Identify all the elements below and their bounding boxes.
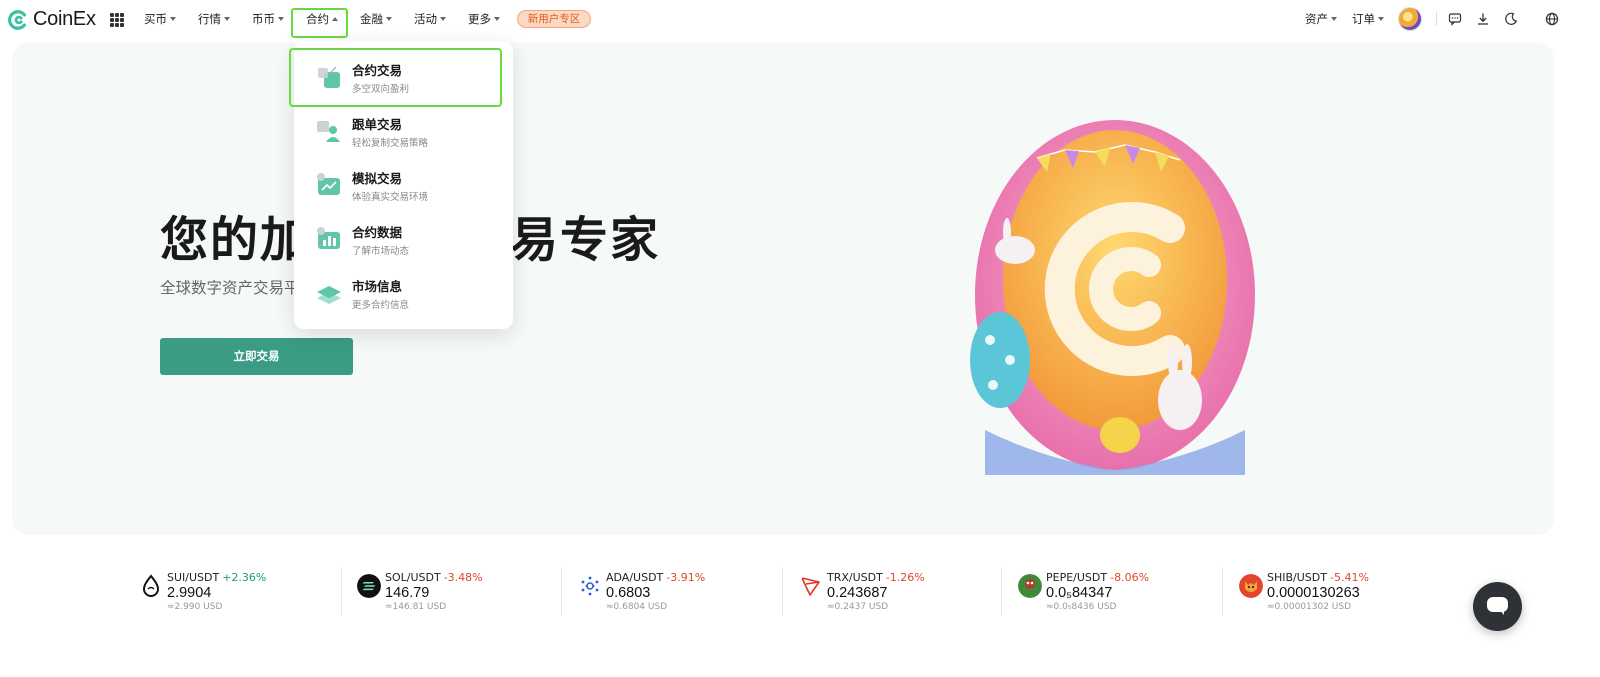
- ticker-shib[interactable]: SHIB/USDT -5.41% 0.0000130263 ≈0.00001302…: [1239, 568, 1439, 616]
- menu-item-desc: 轻松复制交易策略: [352, 138, 429, 149]
- ticker-sui[interactable]: SUI/USDT +2.36% 2.9904 ≈2.990 USD: [139, 568, 339, 616]
- new-user-zone-button[interactable]: 新用户专区: [517, 10, 591, 28]
- nav-divider: [1436, 12, 1437, 26]
- ticker-change: -1.26%: [885, 571, 925, 584]
- top-nav: CoinEx 买币 行情 币币 合约 金融 活动 更多 新用户专区 资产 订单: [0, 0, 1600, 40]
- chevron-down-icon: [278, 17, 284, 21]
- user-avatar[interactable]: [1398, 7, 1422, 31]
- ticker-fiat: ≈0.0₅8436 USD: [1046, 602, 1117, 612]
- nav-orders[interactable]: 订单: [1352, 11, 1384, 27]
- copy-trade-icon: [317, 121, 340, 142]
- menu-item-title: 合约数据: [352, 225, 403, 240]
- nav-activities[interactable]: 活动: [414, 11, 446, 27]
- chat-bubble-icon: [1487, 597, 1508, 612]
- menu-item-desc: 体验真实交易环境: [352, 192, 429, 203]
- ticker-change: -5.41%: [1329, 571, 1369, 584]
- download-icon[interactable]: [1476, 12, 1490, 26]
- ticker-fiat: ≈0.00001302 USD: [1267, 602, 1352, 612]
- ticker-pair: SUI/USDT +2.36%: [167, 571, 267, 584]
- ticker-divider: [1222, 567, 1223, 616]
- menu-item-desc: 了解市场动态: [352, 246, 410, 257]
- ticker-change: -8.06%: [1110, 571, 1150, 584]
- chevron-down-icon: [224, 17, 230, 21]
- ticker-pair: PEPE/USDT -8.06%: [1046, 571, 1150, 584]
- nav-futures-highlight: [291, 8, 348, 38]
- ada-icon: [581, 576, 599, 596]
- easter-egg-illustration: [970, 120, 1255, 475]
- ticker-pair: ADA/USDT -3.91%: [606, 571, 706, 584]
- ticker-divider: [561, 567, 562, 616]
- ticker-sol[interactable]: SOL/USDT -3.48% 146.79 ≈146.81 USD: [357, 568, 557, 616]
- apps-grid-icon[interactable]: [110, 13, 124, 27]
- ticker-price: 146.79: [385, 585, 430, 601]
- menu-item-desc: 更多合约信息: [352, 300, 410, 311]
- menu-item-title: 市场信息: [352, 279, 403, 294]
- ticker-fiat: ≈2.990 USD: [167, 602, 223, 612]
- ticker-change: +2.36%: [222, 571, 267, 584]
- nav-finance[interactable]: 金融: [360, 11, 392, 27]
- ticker-fiat: ≈146.81 USD: [385, 602, 447, 612]
- ticker-divider: [1001, 567, 1002, 616]
- sol-icon: [357, 574, 381, 598]
- menu-item-title: 跟单交易: [352, 117, 403, 132]
- contract-data-icon: [317, 227, 340, 249]
- menu-item-market-info[interactable]: 市场信息 更多合约信息: [294, 267, 513, 319]
- ticker-trx[interactable]: TRX/USDT -1.26% 0.243687 ≈0.2437 USD: [799, 568, 999, 616]
- menu-item-copy-trading[interactable]: 跟单交易 轻松复制交易策略: [294, 105, 513, 157]
- nav-buy-crypto[interactable]: 买币: [144, 11, 176, 27]
- ticker-divider: [341, 567, 342, 616]
- nav-spot[interactable]: 币币: [252, 11, 284, 27]
- moon-icon[interactable]: [1504, 12, 1518, 26]
- nav-more[interactable]: 更多: [468, 11, 500, 27]
- coinex-logo-icon: [8, 9, 27, 30]
- nav-assets[interactable]: 资产: [1305, 11, 1337, 27]
- nav-markets[interactable]: 行情: [198, 11, 230, 27]
- ticker-fiat: ≈0.2437 USD: [827, 602, 889, 612]
- globe-icon[interactable]: [1545, 12, 1559, 26]
- ticker-change: -3.91%: [666, 571, 706, 584]
- ticker-change: -3.48%: [443, 571, 483, 584]
- ticker-pair: SHIB/USDT -5.41%: [1267, 571, 1369, 584]
- trade-now-button[interactable]: 立即交易: [160, 338, 353, 375]
- ticker-ada[interactable]: ADA/USDT -3.91% 0.6803 ≈0.6804 USD: [578, 568, 778, 616]
- chevron-down-icon: [1331, 17, 1337, 21]
- demo-trade-icon: [317, 173, 340, 195]
- chat-icon[interactable]: [1448, 12, 1462, 26]
- ticker-price: 0.243687: [827, 585, 888, 601]
- brand-name: CoinEx: [33, 8, 96, 30]
- chevron-down-icon: [170, 17, 176, 21]
- hero-subtitle: 全球数字资产交易平台: [160, 279, 316, 297]
- ticker-pair: TRX/USDT -1.26%: [827, 571, 925, 584]
- ticker-price: 0.0₅84347: [1046, 585, 1113, 601]
- trx-icon: [801, 577, 820, 596]
- menu-item-highlight: [289, 48, 502, 107]
- sui-icon: [142, 574, 160, 597]
- menu-item-title: 模拟交易: [352, 171, 403, 186]
- ticker-fiat: ≈0.6804 USD: [606, 602, 668, 612]
- coinex-logo[interactable]: CoinEx: [7, 8, 96, 31]
- chevron-down-icon: [386, 17, 392, 21]
- ticker-pepe[interactable]: PEPE/USDT -8.06% 0.0₅84347 ≈0.0₅8436 USD: [1018, 568, 1218, 616]
- ticker-divider: [782, 567, 783, 616]
- pepe-icon: [1018, 574, 1042, 598]
- shib-icon: [1239, 574, 1263, 598]
- ticker-price: 0.6803: [606, 585, 651, 601]
- ticker-price: 2.9904: [167, 585, 212, 601]
- menu-item-demo-trading[interactable]: 模拟交易 体验真实交易环境: [294, 159, 513, 211]
- support-chat-button[interactable]: [1473, 582, 1522, 631]
- chevron-down-icon: [1378, 17, 1384, 21]
- chevron-down-icon: [440, 17, 446, 21]
- chevron-down-icon: [494, 17, 500, 21]
- ticker-pair: SOL/USDT -3.48%: [385, 571, 483, 584]
- menu-item-futures-data[interactable]: 合约数据 了解市场动态: [294, 213, 513, 265]
- market-info-icon: [317, 286, 341, 304]
- ticker-price: 0.0000130263: [1267, 585, 1360, 601]
